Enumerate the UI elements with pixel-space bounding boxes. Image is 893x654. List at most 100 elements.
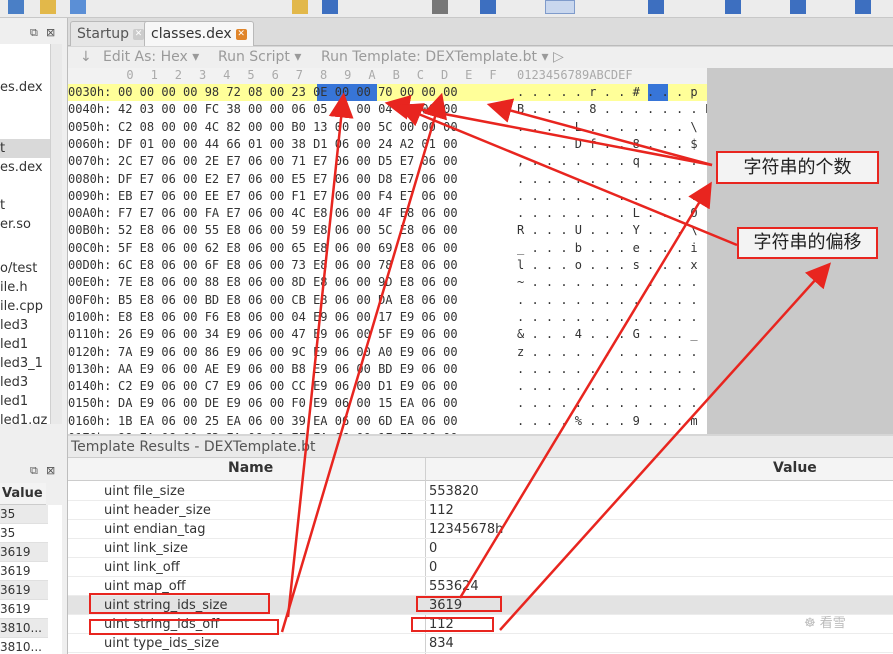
hex-row[interactable]: 00F0h: B5 E8 06 00 BD E8 06 00 CB E8 06 0… [68,292,707,310]
hex-row[interactable]: 00E0h: 7E E8 06 00 88 E8 06 00 8D E8 06 0… [68,274,707,292]
toolbar-icon[interactable] [8,0,24,14]
run-template-dropdown[interactable]: Run Template: DEXTemplate.bt ▾ [321,49,549,65]
hex-row[interactable]: 00C0h: 5F E8 06 00 62 E8 06 00 65 E8 06 0… [68,240,707,258]
panel-close-icon[interactable]: ⊠ [46,464,55,477]
file-item[interactable]: led3 [0,373,28,392]
hex-editor[interactable]: 0 1 2 3 4 5 6 7 8 9 A B C D E F 0123456789ABCDEF 0030h: 0… [68,68,707,434]
hex-offset: 00D0h: [68,258,112,272]
table-row[interactable]: uint file_size 553820 [68,482,893,501]
hex-ascii: . . . . . . . . . . . . . . . . [517,379,707,394]
field-name: uint header_size [104,503,211,518]
file-item[interactable]: led1 [0,392,28,411]
panel-restore-icon[interactable]: ⧉ [30,464,38,478]
toolbar-icon[interactable] [648,0,664,14]
hex-col-label: A [368,68,376,82]
table-row[interactable]: uint header_size 112 [68,501,893,520]
value-cell: 3619 [0,562,48,581]
file-item[interactable]: es.dex [0,158,43,177]
field-value: 834 [429,636,454,651]
hex-bytes: 7E E8 06 00 88 E8 06 00 8D E8 06 00 9D E… [118,275,458,290]
file-item[interactable]: es.dex [0,78,43,97]
toolbar-icon[interactable] [40,0,56,14]
close-icon[interactable]: ✕ [132,28,144,40]
hex-row[interactable]: 0090h: EB E7 06 00 EE E7 06 00 F1 E7 06 0… [68,188,707,206]
hex-ascii: , . . . . . . . q . . . . . . . [517,154,707,169]
hex-row[interactable]: 00A0h: F7 E7 06 00 FA E7 06 00 4C E8 06 0… [68,205,707,223]
hex-row[interactable]: 00D0h: 6C E8 06 00 6F E8 06 00 73 E8 06 0… [68,257,707,275]
toolbar-icon[interactable] [725,0,741,14]
tab-classes-dex[interactable]: classes.dex ✕ [144,21,254,46]
table-row[interactable]: uint link_size 0 [68,539,893,558]
hex-row[interactable]: 0110h: 26 E9 06 00 34 E9 06 00 47 E9 06 0… [68,326,707,344]
hex-row[interactable]: 00B0h: 52 E8 06 00 55 E8 06 00 59 E8 06 0… [68,222,707,240]
toolbar-icon[interactable] [855,0,871,14]
editor-toolbar: ↓ Edit As: Hex ▾ Run Script ▾ Run Templa… [68,47,893,68]
hex-row[interactable]: 0030h: 00 00 00 00 98 72 08 00 23 0E 00 0… [68,84,707,102]
tab-startup[interactable]: Startup ✕ [70,21,151,46]
field-value: 553820 [429,484,479,499]
file-item[interactable]: led1 [0,335,28,354]
panel-close-icon[interactable]: ⊠ [46,26,55,39]
hex-row[interactable]: 0050h: C2 08 00 00 4C 82 00 00 B0 13 00 0… [68,119,707,137]
hex-offset: 0110h: [68,327,112,342]
panel-restore-icon[interactable]: ⧉ [30,26,38,40]
toolbar-icon[interactable] [322,0,338,14]
hex-ascii: . . . . L . . . . . . . \ . . . [517,119,707,134]
file-item[interactable]: led3_1 [0,354,43,373]
file-item[interactable]: ile.h [0,278,28,297]
main-toolbar [0,0,893,18]
hex-ascii: . . . . . . . . . . . . . . . . [517,188,707,203]
table-row[interactable]: uint type_ids_size 834 [68,634,893,653]
toolbar-icon[interactable] [790,0,806,14]
left-panel: ⧉ ⊠ es.dex t es.dex t er.so o/test ile.h… [0,18,68,654]
hex-row[interactable]: 0060h: DF 01 00 00 44 66 01 00 38 D1 06 0… [68,136,707,154]
run-script-dropdown[interactable]: Run Script ▾ [218,49,301,65]
hex-row[interactable]: 0140h: C2 E9 06 00 C7 E9 06 00 CC E9 06 0… [68,378,707,396]
hex-ascii: l . . . o . . . s . . . x . . . [517,258,707,272]
hex-row[interactable]: 0070h: 2C E7 06 00 2E E7 06 00 71 E7 06 0… [68,153,707,171]
value-cell: 35 [0,505,48,524]
hex-row[interactable]: 0080h: DF E7 06 00 E2 E7 06 00 E5 E7 06 0… [68,171,707,189]
play-icon[interactable]: ▷ [553,49,564,65]
hex-ascii: R . . . U . . . Y . . . \ . . . [517,223,707,238]
hex-row[interactable]: 0120h: 7A E9 06 00 86 E9 06 00 9C E9 06 0… [68,344,707,362]
toolbar-icon[interactable]: ↓ [80,49,92,65]
hex-ascii: . . . . % . . . 9 . . . m . . . [517,413,707,428]
hex-ascii: . . . . . . . . . . . . . . . . [517,309,707,324]
hex-col-label: 1 [150,68,158,82]
file-item[interactable]: led3 [0,316,28,335]
value-list: 35 35 3619 3619 3619 3619 3810... 3810..… [0,505,62,654]
hex-row[interactable]: 0040h: 42 03 00 00 FC 38 00 00 06 05 00 0… [68,101,707,119]
highlight-string-ids-size-value [416,596,502,612]
edit-as-dropdown[interactable]: Edit As: Hex ▾ [103,49,199,65]
toolbar-icon[interactable] [70,0,86,14]
name-column-header[interactable]: Name [228,460,273,476]
hex-offset: 00C0h: [68,240,112,255]
close-icon[interactable]: ✕ [235,28,247,40]
hex-mode-icon[interactable] [545,0,575,14]
file-item[interactable]: er.so [0,215,31,234]
hex-col-label: F [489,68,497,82]
hex-row[interactable]: 0130h: AA E9 06 00 AE E9 06 00 B8 E9 06 0… [68,361,707,379]
file-item[interactable]: t [0,196,5,215]
hex-row[interactable]: 0150h: DA E9 06 00 DE E9 06 00 F0 E9 06 0… [68,395,707,413]
file-item[interactable]: ile.cpp [0,297,43,316]
toolbar-icon[interactable] [292,0,308,14]
toolbar-icon[interactable] [480,0,496,14]
scrollbar[interactable] [50,44,62,424]
highlight-string-ids-off-name [89,619,279,635]
toolbar-icon[interactable] [432,0,448,14]
tab-label: classes.dex [151,26,232,42]
hex-row[interactable]: 0100h: E8 E8 06 00 F6 E8 06 00 04 E9 06 0… [68,309,707,327]
hex-row[interactable]: 0170h:98 EA 06 00 C3 EA 06 00 EF EA 06 0… [68,430,707,434]
hex-bytes: DF 01 00 00 44 66 01 00 38 D1 06 00 24 A… [118,136,458,151]
value-cell: 3810... [0,619,48,638]
file-item[interactable]: o/test [0,259,37,278]
value-cell: 3619 [0,581,48,600]
file-item[interactable]: led1.gz [0,411,47,424]
value-column-header[interactable]: Value [773,460,817,476]
table-row[interactable]: uint endian_tag 12345678h [68,520,893,539]
watermark: ☸ 看雪 [804,616,846,631]
table-row[interactable]: uint link_off 0 [68,558,893,577]
hex-row[interactable]: 0160h: 1B EA 06 00 25 EA 06 00 39 EA 06 0… [68,413,707,431]
